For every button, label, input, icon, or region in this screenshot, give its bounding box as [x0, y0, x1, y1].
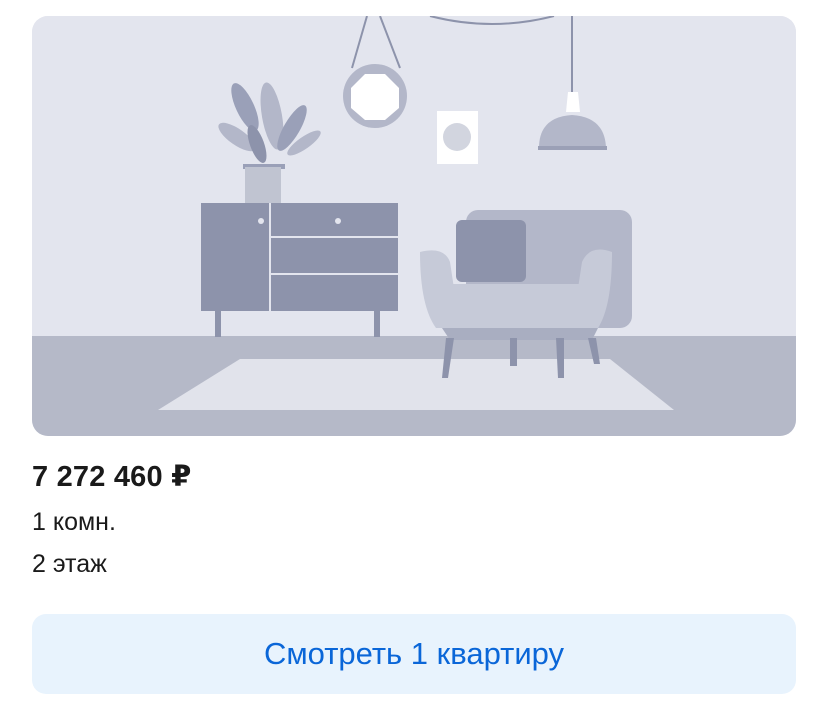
listing-image[interactable] — [32, 16, 796, 436]
view-apartments-button[interactable]: Смотреть 1 квартиру — [32, 614, 796, 694]
listing-card[interactable]: 7 272 460 ₽ 1 комн. 2 этаж Смотреть 1 кв… — [0, 0, 828, 726]
price: 7 272 460 ₽ — [32, 461, 192, 493]
apartment-interior-illustration-icon — [32, 16, 796, 436]
rooms-count: 1 комн. — [32, 508, 116, 536]
floor-number: 2 этаж — [32, 550, 107, 578]
